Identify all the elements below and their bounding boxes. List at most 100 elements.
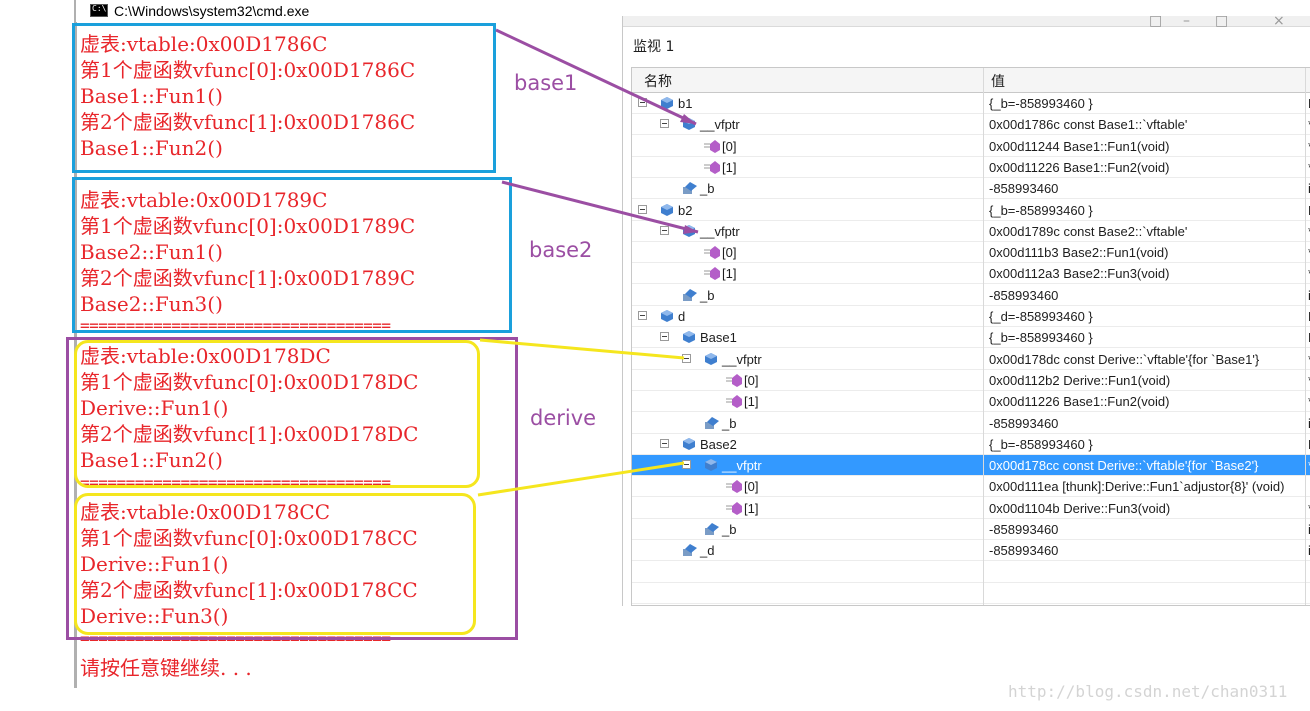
watch-row-value[interactable]: 0x00d11226 Base1::Fun2(void) (989, 394, 1169, 409)
watermark: http://blog.csdn.net/chan0311 (1008, 682, 1288, 701)
base1-highlight-box (72, 23, 496, 173)
minimize-icon[interactable]: – (1183, 13, 1190, 29)
field-icon (682, 543, 697, 557)
derive-label: derive (530, 406, 597, 430)
watch-row[interactable]: [0]0x00d111b3 Base2::Fun1(void)* (632, 242, 1310, 264)
maximize-icon[interactable]: □ (1215, 13, 1228, 29)
watch-row[interactable]: [1]0x00d1104b Derive::Fun3(void)* (632, 498, 1310, 519)
watch-row[interactable]: [1]0x00d112a3 Base2::Fun3(void)* (632, 263, 1310, 285)
watch-grid[interactable]: 名称 值 b1{_b=-858993460 }B__vfptr0x00d1786… (631, 67, 1310, 606)
watch-row[interactable]: Base2{_b=-858993460 }B (632, 434, 1310, 455)
watch-row[interactable]: [0]0x00d112b2 Derive::Fun1(void)* (632, 370, 1310, 391)
watch-row-name: _b (722, 415, 737, 431)
watch-row-value[interactable]: -858993460 (989, 543, 1058, 558)
collapse-toggle-icon[interactable] (682, 460, 691, 470)
collapse-toggle-icon[interactable] (638, 311, 647, 320)
watch-row[interactable]: __vfptr 0x00d178dc const Derive::`vftable… (632, 349, 1310, 370)
base2-label: base2 (529, 238, 593, 262)
watch-row-value[interactable]: -858993460 (989, 522, 1058, 537)
field-icon (704, 416, 719, 430)
watch-row[interactable]: [0]0x00d11244 Base1::Fun1(void)* (632, 136, 1310, 157)
field-icon (704, 522, 719, 536)
watch-row[interactable]: b1{_b=-858993460 }B (632, 93, 1310, 114)
watch-row-name: _d (700, 543, 715, 559)
watch-row-value[interactable]: 0x00d1104b Derive::Fun3(void) (989, 501, 1170, 516)
watch-panel-title: 监视 1 (633, 39, 675, 55)
base2-highlight-box (72, 177, 512, 333)
restore-icon[interactable]: □ (1149, 13, 1162, 29)
watch-row[interactable]: _d-858993460i (632, 540, 1310, 562)
watch-window[interactable]: □ – □ × 监视 1 名称 值 b1{_b=-858993460 }B__v… (622, 13, 1310, 606)
field-icon (682, 288, 697, 302)
watch-row-name: _b (700, 181, 715, 197)
close-icon[interactable]: × (1273, 13, 1285, 29)
watch-row-name: __vfptr (700, 223, 740, 239)
method-icon (726, 479, 742, 494)
watch-row[interactable]: _b-858993460i (632, 519, 1310, 540)
cmd-titlebar[interactable]: C:\Windows\system32\cmd.exe (76, 0, 616, 22)
watch-row[interactable]: d{_d=-858993460 }D (632, 306, 1310, 327)
watch-row-value[interactable]: {_b=-858993460 } (989, 330, 1093, 345)
watch-row-value[interactable]: 0x00d178dc const Derive::`vftable'{for `… (989, 352, 1259, 367)
watch-row-value[interactable]: 0x00d112b2 Derive::Fun1(void) (989, 373, 1170, 388)
object-icon (682, 117, 696, 131)
empty-row[interactable] (632, 562, 1310, 583)
collapse-toggle-icon[interactable] (638, 98, 647, 107)
collapse-toggle-icon[interactable] (660, 119, 669, 129)
collapse-toggle-icon[interactable] (660, 438, 669, 448)
watch-row[interactable]: b2{_b=-858993460 }B (632, 200, 1310, 221)
watch-row[interactable]: __vfptr 0x00d178cc const Derive::`vftable… (632, 455, 1310, 477)
watch-row-value[interactable]: 0x00d178cc const Derive::`vftable'{for `… (989, 458, 1258, 473)
watch-row-value[interactable]: {_b=-858993460 } (989, 96, 1093, 111)
watch-row[interactable]: [0] 0x00d111ea [thunk]:Derive::Fun1`adjus… (632, 476, 1310, 498)
watch-row-value[interactable]: 0x00d111b3 Base2::Fun1(void) (989, 245, 1168, 260)
watch-row-name: Base1 (700, 330, 737, 346)
watch-row-value[interactable]: {_b=-858993460 } (989, 203, 1093, 218)
watch-row[interactable]: [1]0x00d11226 Base1::Fun2(void)* (632, 391, 1310, 413)
method-icon (704, 139, 720, 153)
watch-row-value[interactable]: {_b=-858993460 } (989, 437, 1093, 452)
object-icon (682, 224, 696, 238)
watch-row-name: _b (722, 522, 737, 537)
column-divider[interactable] (1305, 68, 1306, 605)
cmd-app-icon (90, 4, 108, 17)
watch-row-name: [0] (744, 372, 759, 388)
collapse-toggle-icon[interactable] (660, 332, 669, 342)
collapse-toggle-icon[interactable] (682, 353, 691, 363)
watch-row-value[interactable]: {_d=-858993460 } (989, 309, 1093, 324)
collapse-toggle-icon[interactable] (660, 225, 669, 235)
collapse-toggle-icon[interactable] (638, 204, 647, 214)
watch-row[interactable]: _b-858993460i (632, 178, 1310, 200)
watch-row[interactable]: _b-858993460i (632, 413, 1310, 434)
watch-row-value[interactable]: 0x00d11244 Base1::Fun1(void) (989, 139, 1169, 154)
watch-row[interactable]: __vfptr 0x00d1789c const Base2::`vftable'… (632, 221, 1310, 242)
watch-row-value[interactable]: -858993460 (989, 181, 1058, 196)
column-header-name[interactable]: 名称 (644, 71, 672, 91)
watch-row-value[interactable]: -858993460 (989, 288, 1058, 303)
watch-row-value[interactable]: 0x00d11226 Base1::Fun2(void) (989, 160, 1169, 175)
watch-row-value[interactable]: -858993460 (989, 416, 1058, 431)
object-icon (682, 437, 696, 451)
method-icon (726, 373, 742, 387)
method-icon (704, 160, 720, 174)
watch-row[interactable]: __vfptr 0x00d1786c const Base1::`vftable'… (632, 114, 1310, 136)
watch-row-value[interactable]: 0x00d112a3 Base2::Fun3(void) (989, 266, 1169, 281)
empty-row[interactable] (632, 583, 1310, 604)
watch-row-name: [1] (722, 266, 737, 282)
column-divider[interactable] (983, 68, 984, 605)
watch-row[interactable]: Base1{_b=-858993460 }B (632, 327, 1310, 349)
method-icon (726, 501, 742, 515)
method-icon (704, 245, 720, 260)
watch-row-name: d (678, 309, 686, 324)
base1-label: base1 (514, 71, 578, 95)
derive-base1-vtable-box (74, 340, 480, 488)
method-icon (726, 394, 742, 409)
watch-row[interactable]: _b-858993460i (632, 285, 1310, 306)
watch-row-value[interactable]: 0x00d111ea [thunk]:Derive::Fun1`adjustor… (989, 479, 1284, 494)
watch-row[interactable]: [1]0x00d11226 Base1::Fun2(void)* (632, 157, 1310, 178)
column-header-value[interactable]: 值 (991, 71, 1005, 91)
object-icon (660, 96, 674, 110)
watch-row-value[interactable]: 0x00d1786c const Base1::`vftable' (989, 117, 1187, 132)
watch-row-value[interactable]: 0x00d1789c const Base2::`vftable' (989, 224, 1187, 239)
object-icon (660, 203, 674, 217)
